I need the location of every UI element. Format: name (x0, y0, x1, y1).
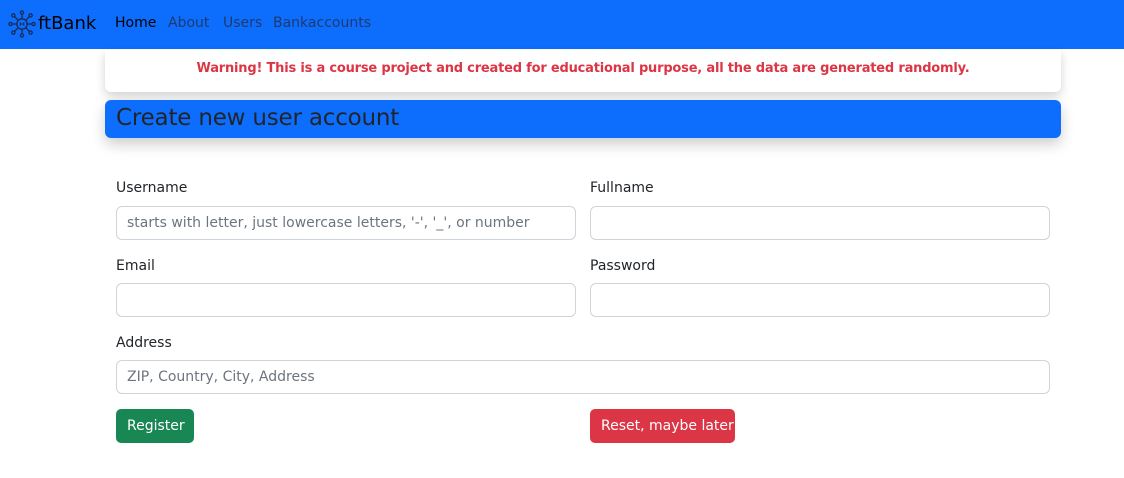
fullname-input[interactable] (590, 206, 1050, 240)
nav-link-home[interactable]: Home (115, 15, 156, 32)
password-input[interactable] (590, 283, 1050, 317)
navbar: ftBank Home About Users Bankaccounts (0, 0, 1124, 49)
nav-link-about[interactable]: About (168, 15, 209, 32)
nav-link-bankaccounts[interactable]: Bankaccounts (273, 15, 371, 32)
page-title-bar: Create new user account (105, 100, 1061, 138)
fullname-label: Fullname (590, 180, 654, 196)
page-title: Create new user account (116, 105, 400, 131)
password-label: Password (590, 258, 656, 274)
network-logo-icon (7, 9, 37, 39)
nav-link-users[interactable]: Users (223, 15, 262, 32)
address-input[interactable] (116, 360, 1050, 394)
email-label: Email (116, 258, 155, 274)
username-label: Username (116, 180, 188, 196)
reset-button[interactable]: Reset, maybe later (590, 409, 735, 443)
warning-text: Warning! This is a course project and cr… (196, 61, 970, 76)
email-input[interactable] (116, 283, 576, 317)
username-input[interactable] (116, 206, 576, 240)
address-label: Address (116, 335, 172, 351)
register-button[interactable]: Register (116, 409, 194, 443)
brand-link[interactable]: ftBank (7, 9, 96, 39)
warning-banner: Warning! This is a course project and cr… (105, 50, 1061, 92)
brand-text: ftBank (38, 13, 97, 34)
